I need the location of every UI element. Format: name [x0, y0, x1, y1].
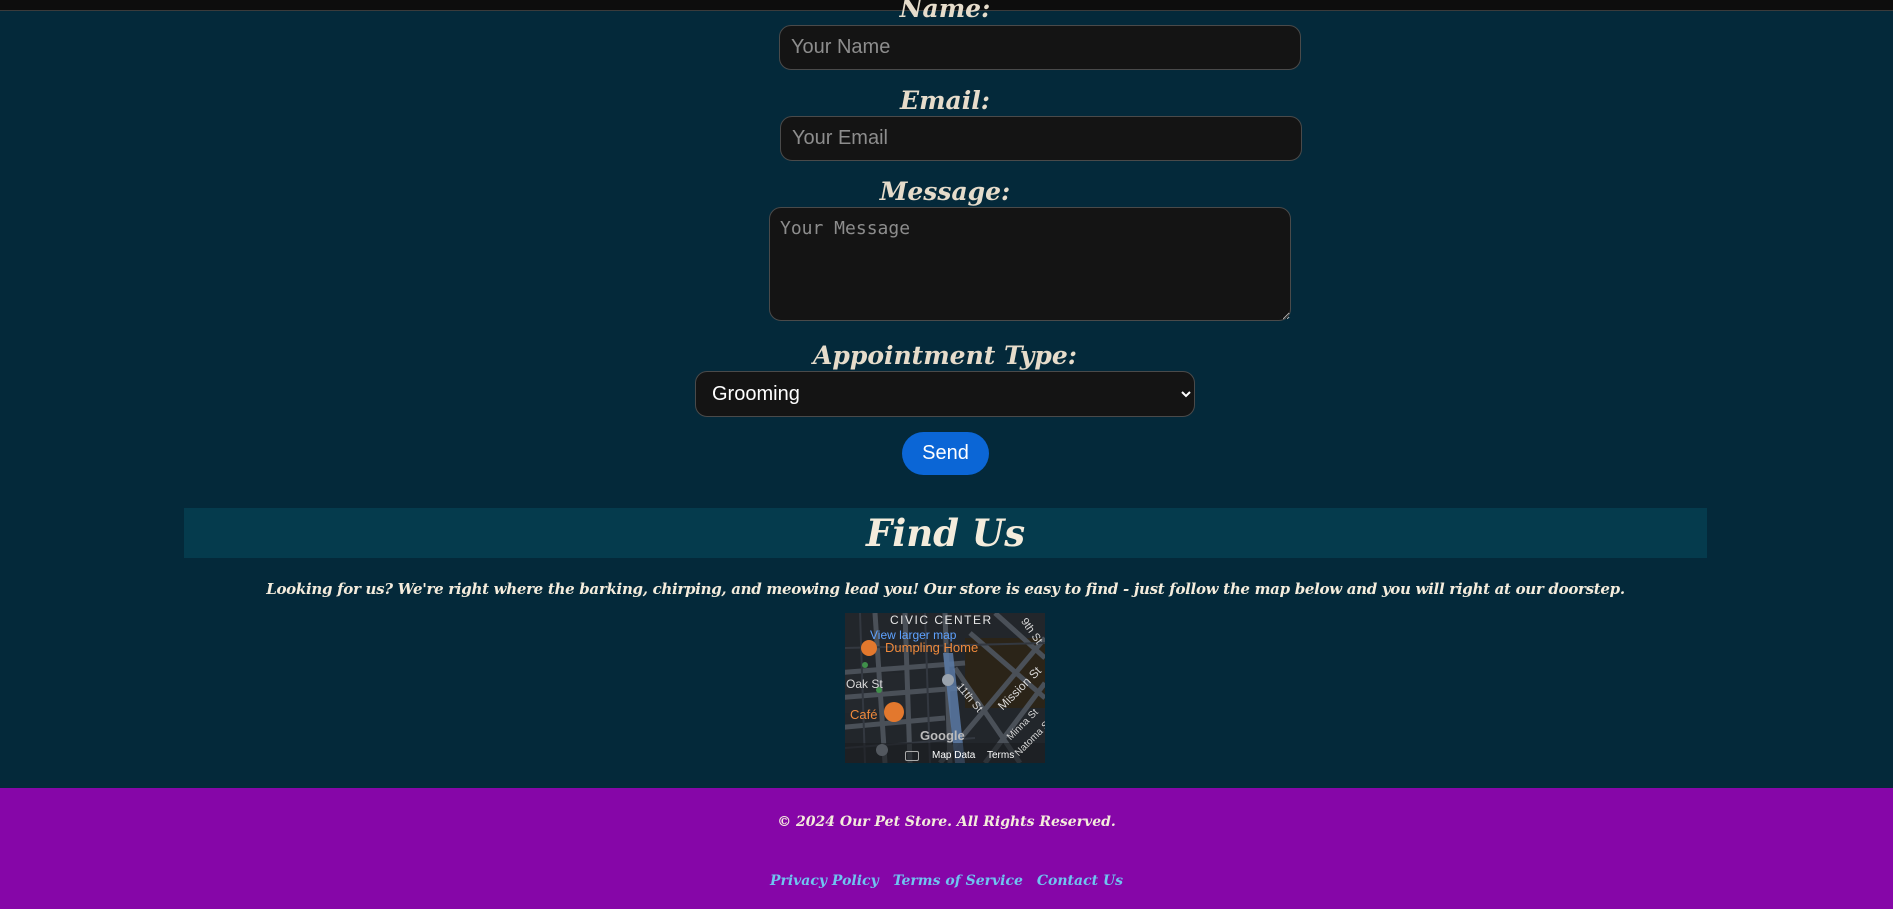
find-us-title: Find Us: [865, 511, 1026, 555]
map-poi-dumpling: Dumpling Home: [885, 640, 979, 655]
find-us-header-bar: Find Us: [184, 508, 1707, 558]
contact-us-link[interactable]: Contact Us: [1037, 873, 1123, 889]
map-area-label: CIVIC CENTER: [890, 613, 993, 627]
google-logo: Google: [920, 728, 965, 743]
map-street-label: Oak St: [846, 677, 883, 691]
privacy-policy-link[interactable]: Privacy Policy: [770, 873, 879, 889]
footer-links: Privacy Policy Terms of Service Contact …: [0, 873, 1893, 889]
name-label: Name:: [899, 0, 991, 23]
appointment-type-select[interactable]: Grooming: [695, 371, 1195, 417]
message-textarea[interactable]: [769, 207, 1291, 321]
embedded-map[interactable]: CIVIC CENTER View larger map Dumpling Ho…: [845, 613, 1045, 763]
map-terms-link[interactable]: Terms: [987, 750, 1014, 761]
map-poi-cafe: Café: [850, 707, 878, 722]
email-label: Email:: [900, 86, 990, 115]
email-input[interactable]: [780, 116, 1302, 161]
terms-of-service-link[interactable]: Terms of Service: [893, 873, 1023, 889]
appointment-type-label: Appointment Type:: [812, 341, 1078, 370]
message-label: Message:: [879, 177, 1011, 206]
name-input[interactable]: [779, 25, 1301, 70]
copyright-text: © 2024 Our Pet Store. All Rights Reserve…: [777, 814, 1116, 830]
send-button[interactable]: Send: [902, 432, 989, 475]
keyboard-icon[interactable]: [905, 751, 919, 761]
map-data-link[interactable]: Map Data: [932, 750, 975, 761]
find-us-description: Looking for us? We're right where the ba…: [266, 580, 1625, 598]
site-footer: © 2024 Our Pet Store. All Rights Reserve…: [0, 788, 1893, 909]
